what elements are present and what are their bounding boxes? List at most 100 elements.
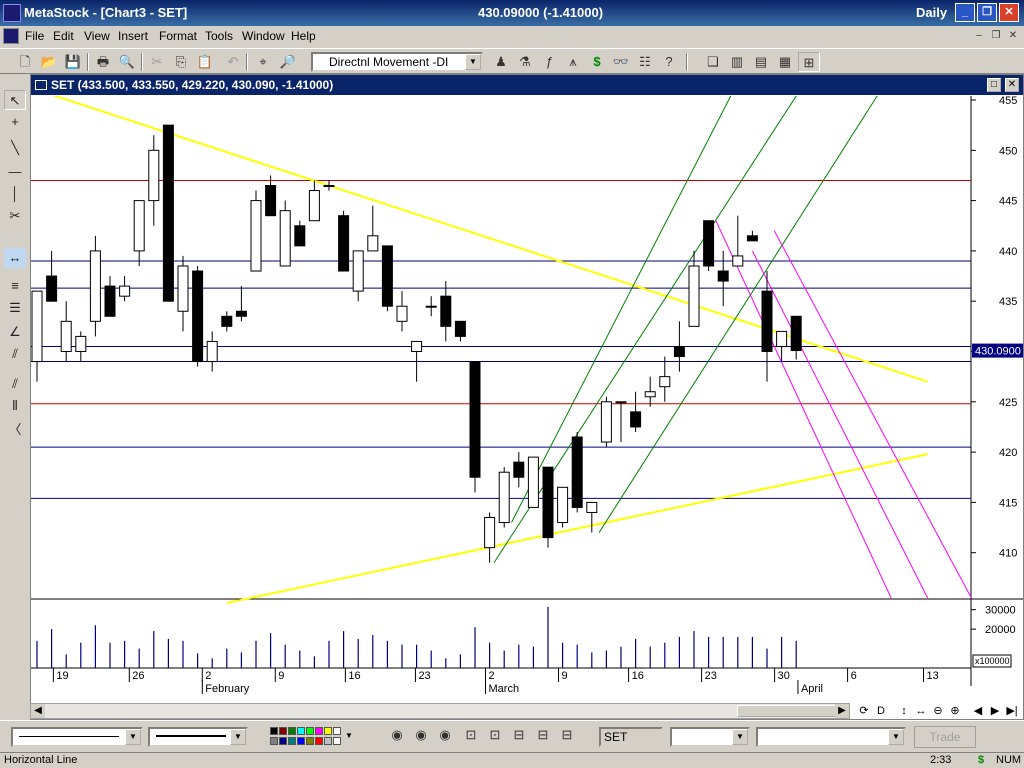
crosshair-tool-icon[interactable]: + xyxy=(4,112,26,132)
toolbar-separator xyxy=(141,53,143,71)
security-select[interactable]: ▼ xyxy=(756,727,906,747)
chart-icon-4[interactable]: ⊡ xyxy=(460,725,482,745)
zoom-in-icon[interactable]: ⊕ xyxy=(947,703,963,719)
chart-icon-3[interactable]: ◉ xyxy=(434,725,456,745)
copy-icon[interactable]: ⎘ xyxy=(170,52,192,72)
paste-icon[interactable]: 📋 xyxy=(194,52,216,72)
crosshair-icon[interactable]: ⌖ xyxy=(252,52,274,72)
metastock-app-icon[interactable] xyxy=(3,4,21,22)
color-palette[interactable]: ▼ xyxy=(270,725,358,749)
print-preview-icon[interactable]: 🔍 xyxy=(116,52,138,72)
dollar-icon[interactable]: $ xyxy=(586,52,608,72)
minimize-button[interactable]: _ xyxy=(955,3,975,22)
channel-tool-icon[interactable]: ⫽ xyxy=(4,374,26,394)
retracement-tool-icon[interactable]: ☰ xyxy=(4,298,26,318)
chevron-down-icon[interactable]: ▼ xyxy=(732,729,748,745)
trade-button[interactable]: Trade xyxy=(914,726,976,748)
line-style-select[interactable]: ▼ xyxy=(11,727,143,747)
resize-icon[interactable]: ↕ xyxy=(896,703,912,719)
expand-icon[interactable]: ↔ xyxy=(913,703,929,719)
chart-icon xyxy=(35,80,47,90)
indicator-select[interactable]: Directnl Movement -DI ▼ xyxy=(311,52,483,72)
save-icon[interactable]: 💾 xyxy=(62,52,84,72)
density-icon[interactable]: D xyxy=(873,703,889,719)
angle-tool-icon[interactable]: ∠ xyxy=(4,322,26,342)
line-width-select[interactable]: ▼ xyxy=(148,727,248,747)
scissors-tool-icon[interactable]: ✂ xyxy=(4,206,26,226)
candle-body xyxy=(148,149,160,202)
fibonacci-tool-icon[interactable]: ≡ xyxy=(4,276,26,296)
chevron-down-icon[interactable]: ▼ xyxy=(230,729,246,745)
undo-icon[interactable]: ↶ xyxy=(222,52,244,72)
menu-insert[interactable]: Insert xyxy=(115,28,151,44)
symbol-field[interactable]: SET xyxy=(599,727,663,747)
price-tick-label: 445 xyxy=(999,196,1017,208)
options-icon[interactable]: ☷ xyxy=(634,52,656,72)
document-icon[interactable] xyxy=(3,28,19,44)
chart-icon-8[interactable]: ⊟ xyxy=(556,725,578,745)
chevron-down-icon[interactable]: ▼ xyxy=(125,729,141,745)
mdi-restore-button[interactable]: ❐ xyxy=(989,29,1003,43)
chart-icon-7[interactable]: ⊟ xyxy=(532,725,554,745)
menu-tools[interactable]: Tools xyxy=(202,28,236,44)
horizontal-line-tool-icon[interactable]: — xyxy=(4,162,26,182)
mdi-close-button[interactable]: ✕ xyxy=(1006,29,1020,43)
chart-restore-button[interactable]: □ xyxy=(987,78,1001,92)
system-tester-icon[interactable]: ⩚ xyxy=(562,52,584,72)
expert-advisor-icon[interactable]: ♟ xyxy=(490,52,512,72)
open-icon[interactable]: 📂 xyxy=(38,52,60,72)
tile-grid-icon[interactable]: ▦ xyxy=(774,52,796,72)
tile-vertical-icon[interactable]: ▥ xyxy=(726,52,748,72)
menu-view[interactable]: View xyxy=(81,28,113,44)
chart-icon-6[interactable]: ⊟ xyxy=(508,725,530,745)
chart-title-bar: SET (433.500, 433.550, 429.220, 430.090,… xyxy=(31,75,1023,95)
help-pointer-icon[interactable]: ? xyxy=(658,52,680,72)
chevron-down-icon[interactable]: ▼ xyxy=(465,54,481,70)
fan-tool-icon[interactable]: ⫽ xyxy=(4,344,26,364)
cut-icon[interactable]: ✂ xyxy=(146,52,168,72)
next-icon[interactable]: ▶ xyxy=(987,703,1003,719)
mdi-minimize-button[interactable]: – xyxy=(972,29,986,43)
chart-icon-5[interactable]: ⊡ xyxy=(484,725,506,745)
cascade-icon[interactable]: ❏ xyxy=(702,52,724,72)
chevron-down-icon[interactable]: ▼ xyxy=(888,729,904,745)
candle-body xyxy=(192,270,204,363)
end-icon[interactable]: ▶| xyxy=(1004,703,1020,719)
layout-icon[interactable]: ⊞ xyxy=(798,52,820,72)
chart-icon-2[interactable]: ◉ xyxy=(410,725,432,745)
maximize-button[interactable]: ❐ xyxy=(977,3,997,22)
formula-icon[interactable]: ƒ xyxy=(538,52,560,72)
binoculars-icon[interactable]: 👓 xyxy=(610,52,632,72)
menu-help[interactable]: Help xyxy=(288,28,319,44)
scroll-thumb[interactable] xyxy=(737,705,837,717)
trendline-tool-icon[interactable]: ╲ xyxy=(4,138,26,158)
periodicity-select[interactable]: ▼ xyxy=(670,727,750,747)
price-chart[interactable]: 455450445440435430425420415410430.090030… xyxy=(31,96,1023,704)
vertical-line-tool-icon[interactable]: │ xyxy=(4,184,26,204)
refresh-icon[interactable]: ⟳ xyxy=(856,703,872,719)
candle-body xyxy=(396,305,408,322)
tile-horizontal-icon[interactable]: ▤ xyxy=(750,52,772,72)
menu-edit[interactable]: Edit xyxy=(50,28,77,44)
arc-tool-icon[interactable]: 〈 xyxy=(4,420,26,440)
pointer-icon[interactable]: ↖ xyxy=(4,90,26,110)
chart-scrollbar[interactable]: ◀ ▶ xyxy=(30,703,850,719)
print-icon[interactable]: 🖶 xyxy=(92,52,114,72)
prev-icon[interactable]: ◀ xyxy=(970,703,986,719)
explorer-icon[interactable]: ⚗ xyxy=(514,52,536,72)
new-icon[interactable]: 🗋 xyxy=(14,52,36,72)
scroll-right-icon[interactable]: ▶ xyxy=(835,704,849,718)
menu-format[interactable]: Format xyxy=(156,28,200,44)
chart-close-button[interactable]: ✕ xyxy=(1005,78,1019,92)
zoom-out-icon[interactable]: ⊖ xyxy=(930,703,946,719)
candle-body xyxy=(732,255,744,267)
scroll-left-icon[interactable]: ◀ xyxy=(31,704,45,718)
zoom-icon[interactable]: 🔎 xyxy=(277,52,299,72)
arrows-tool-icon[interactable]: ↔ xyxy=(4,248,26,268)
month-label: April xyxy=(801,683,823,695)
cycle-tool-icon[interactable]: ⦀ xyxy=(4,396,26,416)
chart-icon-1[interactable]: ◉ xyxy=(386,725,408,745)
close-button[interactable]: ✕ xyxy=(999,3,1019,22)
menu-window[interactable]: Window xyxy=(239,28,288,44)
menu-file[interactable]: File xyxy=(22,28,47,44)
